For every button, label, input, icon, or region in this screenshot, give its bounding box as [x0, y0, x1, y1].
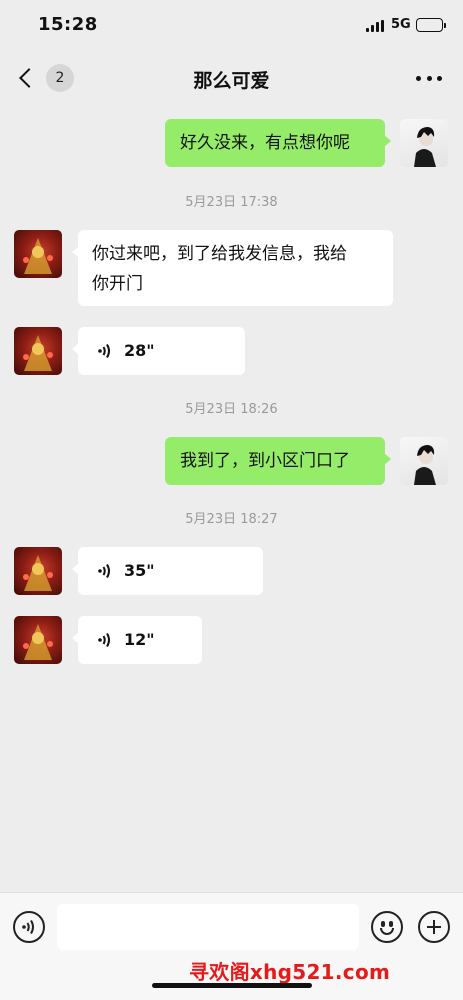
timestamp: 5月23日 17:38 — [185, 195, 278, 210]
voice-message[interactable]: 12" — [72, 616, 202, 664]
voice-message[interactable]: 35" — [72, 547, 263, 595]
avatar-image — [23, 555, 53, 591]
ellipsis-icon — [416, 75, 421, 81]
message-text: 好久没来，有点想你呢 — [180, 133, 350, 153]
battery-icon — [416, 18, 446, 32]
unread-badge: 2 — [46, 64, 74, 92]
emoji-button[interactable] — [371, 911, 403, 943]
message-row: 我到了，到小区门口了 — [0, 436, 463, 486]
voice-toggle-button[interactable] — [13, 911, 45, 943]
voice-duration: 12" — [124, 630, 155, 649]
message-row: 35" — [0, 546, 463, 596]
avatar[interactable] — [400, 119, 448, 167]
signal-icon — [366, 20, 384, 32]
home-indicator[interactable] — [152, 983, 312, 988]
avatar-image — [414, 127, 436, 167]
avatar-image — [414, 445, 436, 485]
message-row: 好久没来，有点想你呢 — [0, 118, 463, 168]
message-row: 28" — [0, 326, 463, 376]
avatar-image — [23, 624, 53, 660]
message-bubble[interactable]: 我到了，到小区门口了 — [165, 437, 391, 485]
message-text: 你开门 — [92, 274, 143, 294]
timestamp: 5月23日 18:26 — [185, 402, 278, 417]
more-button[interactable] — [412, 66, 446, 90]
message-row: 12" — [0, 615, 463, 665]
avatar[interactable] — [14, 616, 62, 664]
avatar-image — [23, 238, 53, 274]
voice-wave-icon — [98, 632, 110, 648]
status-bar: 15:28 5G — [0, 0, 463, 50]
message-input[interactable] — [57, 904, 359, 950]
avatar[interactable] — [14, 327, 62, 375]
status-time: 15:28 — [38, 14, 98, 35]
more-functions-button[interactable] — [418, 911, 450, 943]
voice-duration: 28" — [124, 341, 155, 360]
network-label: 5G — [391, 17, 411, 32]
message-text: 你过来吧，到了给我发信息，我给 — [92, 244, 347, 264]
voice-message[interactable]: 28" — [72, 327, 245, 375]
message-bubble[interactable]: 好久没来，有点想你呢 — [165, 119, 391, 167]
message-bubble[interactable]: 你过来吧，到了给我发信息，我给 你开门 — [72, 230, 393, 306]
chevron-left-icon — [19, 68, 39, 88]
avatar-image — [23, 335, 53, 371]
avatar[interactable] — [14, 230, 62, 278]
message-text: 我到了，到小区门口了 — [180, 451, 350, 471]
avatar[interactable] — [400, 437, 448, 485]
avatar[interactable] — [14, 547, 62, 595]
watermark: 寻欢阁xhg521.com — [189, 960, 391, 984]
voice-wave-icon — [98, 343, 110, 359]
timestamp: 5月23日 18:27 — [185, 512, 278, 527]
message-row: 你过来吧，到了给我发信息，我给 你开门 — [0, 228, 463, 308]
back-button[interactable]: 2 — [14, 64, 74, 92]
voice-duration: 35" — [124, 561, 155, 580]
voice-wave-icon — [98, 563, 110, 579]
voice-wave-icon — [22, 919, 34, 935]
nav-bar: 2 那么可爱 — [0, 52, 463, 104]
